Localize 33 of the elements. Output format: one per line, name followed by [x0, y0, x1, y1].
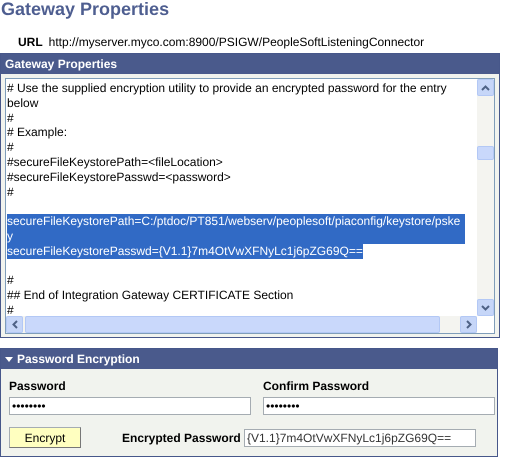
password-field[interactable]: ••••••••: [9, 397, 251, 415]
confirm-password-field[interactable]: ••••••••: [263, 397, 495, 415]
caret-left-icon: [12, 320, 18, 329]
scroll-up-button[interactable]: [477, 79, 494, 96]
url-label: URL: [18, 35, 43, 49]
panel-title: Gateway Properties: [5, 57, 118, 71]
code-line: #secureFileKeystorePath=<fileLocation>: [7, 154, 223, 169]
scroll-thumb[interactable]: [477, 146, 494, 160]
code-line: #: [7, 302, 14, 317]
page-title: Gateway Properties: [0, 0, 170, 21]
code-line: #: [7, 140, 14, 154]
field-label: Password: [9, 379, 67, 393]
scroll-thumb[interactable]: [25, 316, 440, 333]
encrypt-button[interactable]: Encrypt: [9, 427, 81, 448]
code-line: ## End of Integration Gateway CERTIFICATE Section: [7, 288, 294, 302]
panel-title: Password Encryption: [17, 352, 140, 366]
code-line: #secureFileKeystorePasswd=<password>: [7, 170, 231, 184]
field-label: Confirm Password: [263, 379, 370, 393]
code-line: #: [7, 184, 14, 199]
field-label: Encrypted Password: [122, 430, 242, 444]
caret-right-icon: [466, 320, 472, 329]
code-line: # Use the supplied encryption utility to provide an encrypted password for the entry below: [7, 81, 447, 110]
scroll-down-button[interactable]: [477, 299, 494, 316]
collapse-icon[interactable]: [5, 356, 13, 362]
url-value: http://myserver.myco.com:8900/PSIGW/PeopleSoftListeningConnector: [48, 35, 424, 49]
caret-up-icon: [481, 84, 490, 90]
scroll-left-button[interactable]: [6, 316, 23, 333]
code-line: #: [7, 273, 14, 288]
encrypted-password-field[interactable]: {V1.1}7m4OtVwXFNyLc1j6pZG69Q==: [244, 428, 476, 446]
code-line: #: [7, 110, 14, 125]
scroll-right-button[interactable]: [460, 316, 477, 333]
code-line: # Example:: [7, 125, 68, 140]
caret-down-icon: [481, 304, 490, 310]
